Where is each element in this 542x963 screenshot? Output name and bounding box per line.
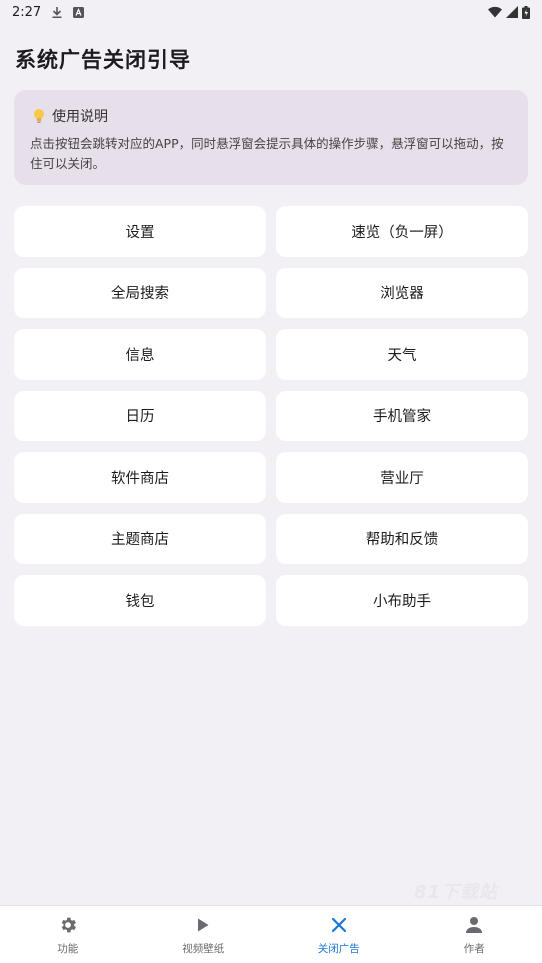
- browser-button[interactable]: 浏览器: [276, 267, 528, 318]
- nav-item-close-ads[interactable]: 关闭广告: [271, 906, 407, 963]
- status-bar: 2:27: [0, 0, 542, 24]
- bottom-nav: 功能 视频壁纸 关闭广告 作者: [0, 905, 542, 963]
- signal-icon: [506, 6, 518, 18]
- instructions-heading: 使用说明: [52, 109, 108, 125]
- app-store-button[interactable]: 软件商店: [14, 452, 266, 503]
- nav-label-close-ads: 关闭广告: [317, 943, 360, 955]
- instructions-text: 点击按钮会跳转对应的APP，同时悬浮窗会提示具体的操作步骤，悬浮窗可以拖动，按住…: [30, 136, 504, 171]
- play-icon: [192, 914, 214, 936]
- instructions-card: 使用说明 点击按钮会跳转对应的APP，同时悬浮窗会提示具体的操作步骤，悬浮窗可以…: [14, 90, 528, 185]
- app-button-grid: 设置 速览（负一屏） 全局搜索 浏览器 信息 天气 日历 手机管家 软件商店 营…: [14, 206, 528, 626]
- calendar-button[interactable]: 日历: [14, 390, 266, 441]
- battery-icon: [522, 5, 530, 19]
- page-title: 系统广告关闭引导: [15, 48, 191, 72]
- app-notification-icon: [73, 6, 85, 18]
- nav-label-video-wallpaper: 视频壁纸: [182, 943, 225, 955]
- help-feedback-button[interactable]: 帮助和反馈: [276, 513, 528, 564]
- nav-label-features: 功能: [57, 943, 79, 955]
- phone-manager-button[interactable]: 手机管家: [276, 390, 528, 441]
- status-time: 2:27: [12, 4, 42, 20]
- download-icon: [52, 6, 62, 18]
- lightbulb-icon: [34, 109, 44, 123]
- gear-icon: [57, 914, 79, 936]
- watermark: 81下载站: [414, 882, 499, 903]
- quick-view-button[interactable]: 速览（负一屏）: [276, 206, 528, 257]
- wallet-button[interactable]: 钱包: [14, 575, 266, 626]
- messages-button[interactable]: 信息: [14, 329, 266, 380]
- global-search-button[interactable]: 全局搜索: [14, 267, 266, 318]
- service-hall-button[interactable]: 营业厅: [276, 452, 528, 503]
- person-icon: [463, 914, 485, 936]
- weather-button[interactable]: 天气: [276, 329, 528, 380]
- nav-item-features[interactable]: 功能: [0, 906, 136, 963]
- nav-item-author[interactable]: 作者: [407, 906, 542, 963]
- instructions-header: 使用说明: [30, 106, 512, 126]
- settings-button[interactable]: 设置: [14, 206, 266, 257]
- close-icon: [328, 914, 350, 936]
- nav-label-author: 作者: [463, 943, 485, 955]
- assistant-button[interactable]: 小布助手: [276, 575, 528, 626]
- nav-item-video-wallpaper[interactable]: 视频壁纸: [136, 906, 272, 963]
- theme-store-button[interactable]: 主题商店: [14, 513, 266, 564]
- wifi-icon: [488, 6, 502, 18]
